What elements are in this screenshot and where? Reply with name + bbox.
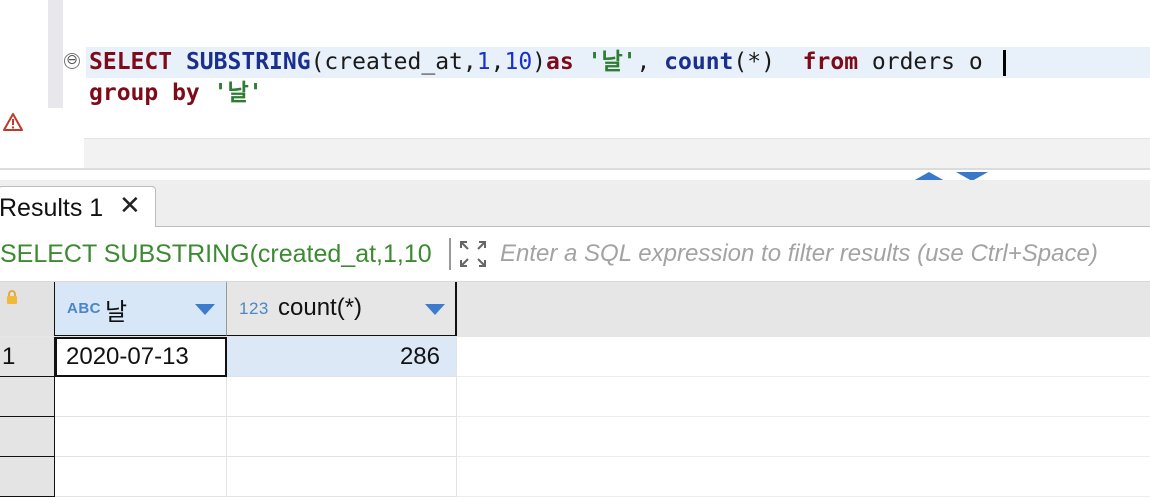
keyword-group-by: group by <box>89 80 200 106</box>
table-cell[interactable] <box>227 417 457 457</box>
results-grid[interactable]: ABC 날 123 count(*) 1 2020-07-13 286 <box>0 282 1150 497</box>
number-literal: 1 <box>476 49 491 75</box>
code-paren: ) <box>532 49 547 75</box>
keyword-as: as <box>546 49 574 75</box>
collapse-icon[interactable]: ⊖ <box>64 53 80 69</box>
tab-results-1[interactable]: Results 1 ✕ <box>0 186 156 228</box>
expand-icon[interactable] <box>458 239 488 269</box>
table-cell[interactable] <box>55 417 227 457</box>
panel-divider[interactable] <box>0 168 1150 170</box>
empty-cell-area <box>457 457 1150 497</box>
table-row[interactable] <box>0 417 1150 457</box>
column-name: 날 <box>105 299 128 326</box>
warning-icon[interactable] <box>2 112 24 132</box>
keyword-select: SELECT <box>89 49 173 75</box>
row-number-header[interactable] <box>0 282 55 336</box>
column-name: count(*) <box>278 294 363 321</box>
results-tab-bar <box>0 180 1150 227</box>
string-literal: '날' <box>213 80 263 106</box>
chevron-down-icon[interactable] <box>425 304 445 315</box>
row-number[interactable]: 1 <box>0 337 55 377</box>
empty-cell-area <box>457 337 1150 377</box>
row-number[interactable] <box>0 377 55 417</box>
filter-bar: SELECT SUBSTRING(created_at,1,10 <box>0 227 1150 282</box>
function-count: count <box>664 49 734 75</box>
table-row[interactable] <box>0 377 1150 417</box>
sql-editor[interactable]: ⊖ SELECT SUBSTRING(created_at,1,10)as '날… <box>0 0 1150 181</box>
table-row[interactable]: 1 2020-07-13 286 <box>0 337 1150 377</box>
filter-input[interactable] <box>500 239 1150 269</box>
editor-gutter <box>48 0 63 108</box>
table-cell[interactable]: 2020-07-13 <box>55 337 227 377</box>
empty-cell-area <box>457 417 1150 457</box>
code-separator: , <box>636 49 665 75</box>
chevron-down-icon[interactable] <box>195 304 215 315</box>
close-icon[interactable]: ✕ <box>119 192 141 220</box>
table-cell[interactable]: 286 <box>227 337 457 377</box>
code-line-2[interactable]: group by '날' <box>89 78 263 108</box>
function-substring: SUBSTRING <box>185 49 311 75</box>
table-cell[interactable] <box>55 457 227 497</box>
code-args: (created_at, <box>310 49 477 75</box>
table-name: orders o <box>858 49 997 75</box>
table-cell[interactable] <box>55 377 227 417</box>
text-cursor <box>1002 49 1006 76</box>
tab-label: Results 1 <box>0 194 104 222</box>
table-cell[interactable] <box>227 377 457 417</box>
table-row[interactable] <box>0 457 1150 497</box>
grid-header: ABC 날 123 count(*) <box>0 282 1150 337</box>
keyword-from: from <box>802 49 859 75</box>
editor-empty-area[interactable] <box>84 138 1150 169</box>
number-type-icon: 123 <box>239 299 269 318</box>
divider <box>449 238 451 270</box>
code-comma: , <box>490 49 505 75</box>
text-type-icon: ABC <box>67 300 101 317</box>
empty-cell-area <box>457 377 1150 417</box>
row-number[interactable] <box>0 457 55 497</box>
lock-icon <box>7 290 17 304</box>
active-query-label[interactable]: SELECT SUBSTRING(created_at,1,10 <box>0 240 432 269</box>
number-literal: 10 <box>504 49 533 75</box>
code-count-args: (*) <box>733 49 803 75</box>
row-number[interactable] <box>0 417 55 457</box>
column-header-date[interactable]: ABC 날 <box>55 282 227 336</box>
column-header-count[interactable]: 123 count(*) <box>227 282 457 336</box>
string-literal: '날' <box>587 49 637 75</box>
table-cell[interactable] <box>227 457 457 497</box>
code-line-1[interactable]: SELECT SUBSTRING(created_at,1,10)as '날',… <box>89 47 1006 77</box>
